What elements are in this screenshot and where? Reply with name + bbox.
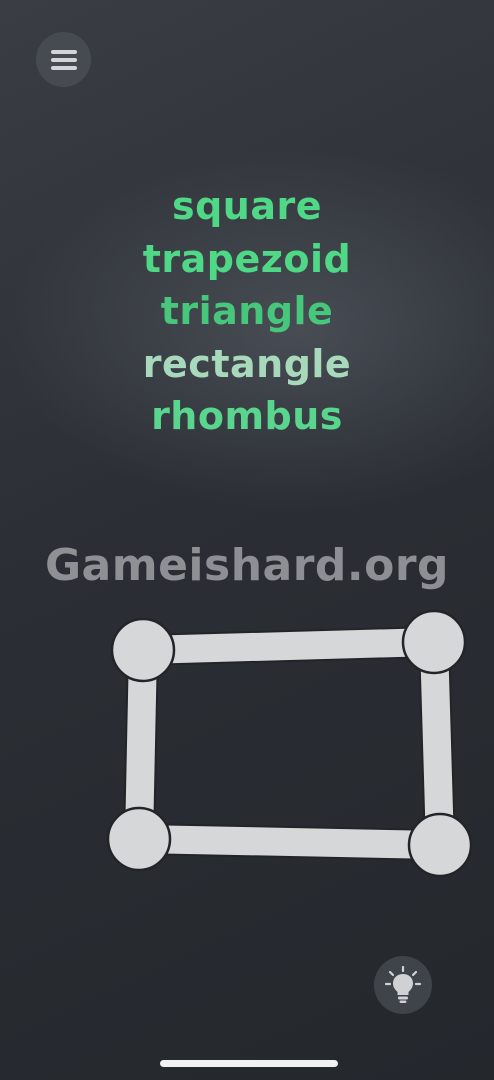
shape-board[interactable] bbox=[0, 0, 494, 1080]
lightbulb-icon bbox=[384, 965, 422, 1003]
hint-button[interactable] bbox=[374, 956, 432, 1014]
home-indicator[interactable] bbox=[160, 1060, 338, 1067]
node-top-left[interactable] bbox=[110, 617, 176, 683]
node-bottom-left[interactable] bbox=[106, 806, 172, 872]
edge-top-fill bbox=[142, 628, 435, 664]
edge-bottom-fill bbox=[138, 825, 441, 859]
game-screen: square trapezoid triangle rectangle rhom… bbox=[0, 0, 494, 1080]
node-bottom-right[interactable] bbox=[407, 812, 473, 878]
node-top-right[interactable] bbox=[401, 609, 467, 675]
